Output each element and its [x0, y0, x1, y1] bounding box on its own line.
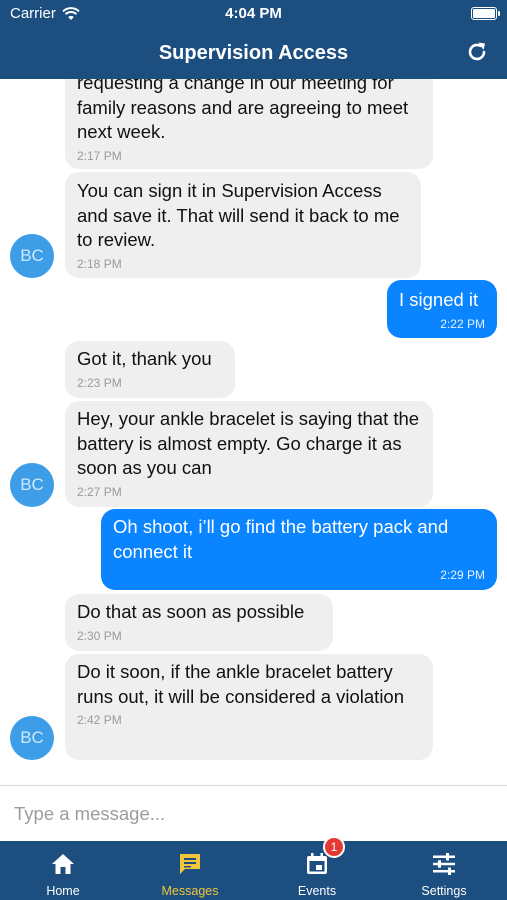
page-title: Supervision Access [158, 42, 349, 64]
status-bar: Carrier 4:04 PM [0, 0, 507, 28]
message-text: Hey, your ankle bracelet is saying that … [77, 408, 420, 478]
message-text: I signed it [399, 289, 479, 310]
message-bubble: Do that as soon as possible 2:30 PM [65, 594, 333, 651]
refresh-icon[interactable] [465, 40, 489, 64]
avatar[interactable]: BC [10, 463, 54, 507]
battery-icon [471, 7, 500, 20]
message-time: 2:30 PM [77, 628, 122, 643]
tab-label: Home [46, 884, 80, 898]
message-text: You can sign it in Supervision Access an… [77, 180, 400, 250]
avatar[interactable]: BC [10, 234, 54, 278]
message-bubble: requesting a change in our meeting for f… [65, 79, 433, 169]
message-bubble: You can sign it in Supervision Access an… [65, 172, 421, 278]
tab-label: Messages [161, 884, 219, 898]
events-badge: 1 [323, 836, 345, 858]
tab-label: Settings [421, 884, 467, 898]
message-composer [0, 785, 507, 841]
message-time: 2:27 PM [77, 484, 122, 499]
message-text: requesting a change in our meeting for f… [77, 79, 409, 142]
message-bubble: Oh shoot, i’ll go find the battery pack … [101, 509, 497, 590]
message-text: Oh shoot, i’ll go find the battery pack … [113, 516, 449, 562]
sliders-icon [433, 853, 455, 875]
tab-settings[interactable]: Settings [381, 841, 507, 900]
message-bubble: Hey, your ankle bracelet is saying that … [65, 401, 433, 507]
message-text: Got it, thank you [77, 348, 212, 369]
message-time: 2:22 PM [440, 316, 485, 331]
message-bubble: Do it soon, if the ankle bracelet batter… [65, 654, 433, 760]
tab-bar: Home Messages 1 Events Settings [0, 836, 507, 900]
message-bubble: Got it, thank you 2:23 PM [65, 341, 235, 398]
tab-messages[interactable]: Messages [127, 841, 253, 900]
message-icon [180, 854, 200, 874]
message-time: 2:29 PM [440, 568, 485, 582]
home-icon [52, 854, 74, 874]
message-text: Do that as soon as possible [77, 601, 305, 622]
message-time: 2:23 PM [77, 375, 122, 390]
status-time: 4:04 PM [225, 5, 282, 22]
message-time: 2:17 PM [77, 148, 122, 163]
message-text: Do it soon, if the ankle bracelet batter… [77, 661, 405, 707]
message-time: 2:18 PM [77, 256, 122, 271]
message-bubble: I signed it 2:22 PM [387, 280, 497, 338]
message-time: 2:42 PM [77, 713, 122, 727]
tab-label: Events [297, 884, 337, 898]
tab-home[interactable]: Home [0, 841, 126, 900]
message-list[interactable]: requesting a change in our meeting for f… [0, 79, 507, 785]
avatar[interactable]: BC [10, 716, 54, 760]
top-bar: Carrier 4:04 PM Supervision Access [0, 0, 507, 79]
message-input[interactable] [0, 786, 507, 841]
tab-events[interactable]: 1 Events [254, 836, 380, 900]
